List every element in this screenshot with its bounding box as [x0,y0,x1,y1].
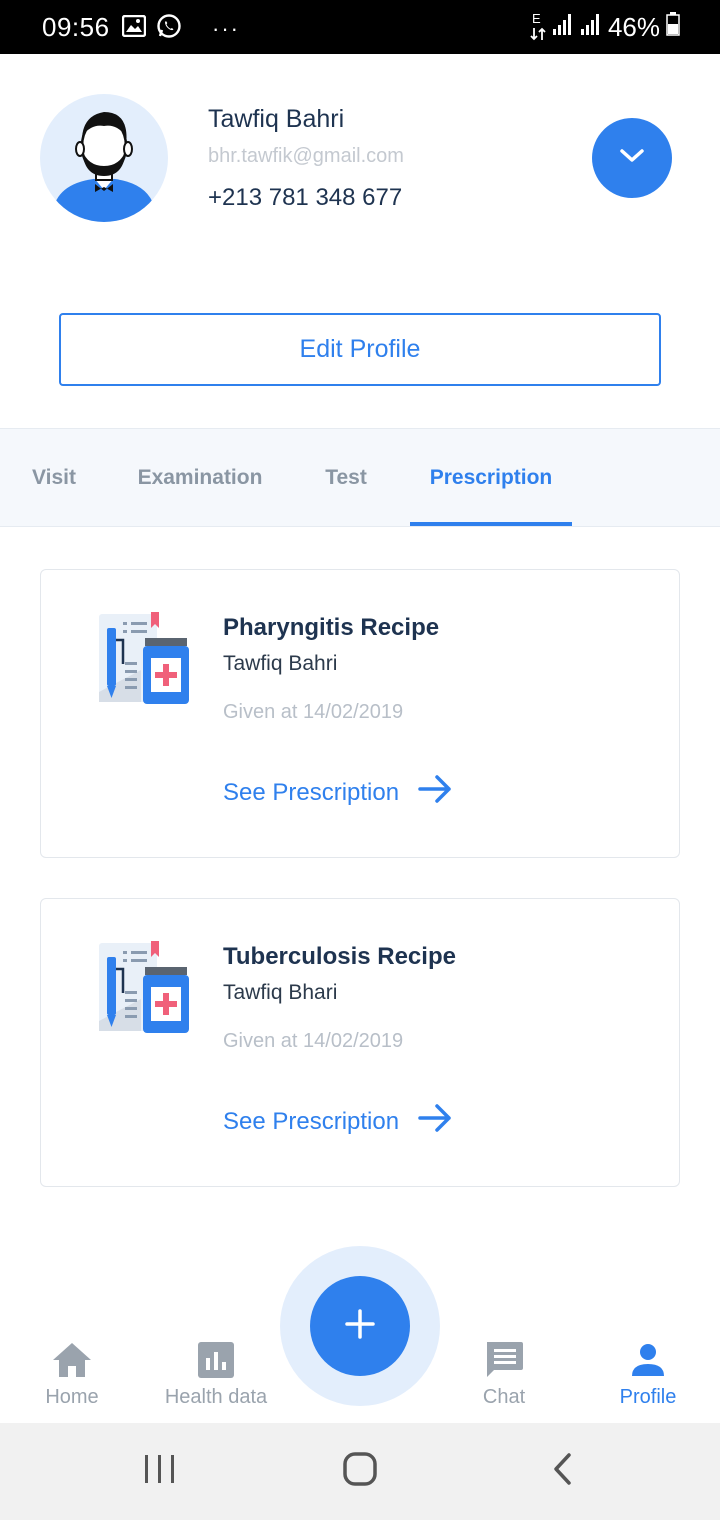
home-button[interactable] [300,1423,420,1520]
status-time: 09:56 [42,12,110,42]
home-icon [50,1338,94,1382]
arrow-right-icon [417,774,453,811]
prescription-card: Tuberculosis Recipe Tawfiq Bhari Given a… [40,898,680,1187]
chevron-down-icon [618,147,646,170]
network-type-label: E [531,10,541,26]
plus-icon [344,1308,376,1345]
back-button[interactable] [502,1423,622,1520]
status-bar: 09:56 ··· E 46% [0,0,720,54]
record-tabs: Visit Examination Test Prescription [0,428,720,527]
user-phone: +213 781 348 677 [208,184,403,211]
prescription-title: Tuberculosis Recipe [223,943,456,970]
tab-visit[interactable]: Visit [0,429,108,527]
home-circle-icon [343,1452,377,1491]
expand-profile-button[interactable] [592,118,672,198]
avatar [40,94,168,222]
tab-test[interactable]: Test [296,429,396,527]
signal-1-icon [552,12,574,43]
nav-chat-label: Chat [482,1386,526,1408]
person-icon [626,1338,670,1382]
recent-apps-icon [143,1454,177,1489]
prescription-title: Pharyngitis Recipe [223,614,440,641]
nav-profile[interactable]: Profile [578,1338,718,1418]
see-prescription-label: See Prescription [223,1107,400,1135]
tab-examination[interactable]: Examination [124,429,276,527]
battery-percent: 46% [607,12,660,42]
arrow-right-icon [417,1103,453,1140]
prescription-card: Pharyngitis Recipe Tawfiq Bahri Given at… [40,569,680,858]
more-notifications-icon: ··· [212,15,240,41]
prescription-icon [97,612,191,708]
nav-chat[interactable]: Chat [434,1338,574,1418]
user-name: Tawfiq Bahri [208,105,345,133]
prescription-patient: Tawfiq Bhari [223,981,338,1004]
add-button[interactable] [310,1276,410,1376]
bar-chart-icon [194,1338,238,1382]
prescription-patient: Tawfiq Bahri [223,652,338,675]
see-prescription-link[interactable]: See Prescription [223,774,453,811]
notification-icons: ··· [121,13,240,44]
recent-apps-button[interactable] [100,1423,220,1520]
active-tab-indicator [410,522,572,526]
see-prescription-link[interactable]: See Prescription [223,1103,453,1140]
system-status: E 46% [530,10,680,43]
edit-profile-button[interactable]: Edit Profile [59,313,661,386]
battery-icon [666,12,680,43]
prescription-icon [97,941,191,1037]
prescription-date: Given at 14/02/2019 [223,701,404,723]
whatsapp-notification-icon [156,13,182,44]
network-type-icon: E [530,10,546,43]
prescription-date: Given at 14/02/2019 [223,1030,404,1052]
nav-health-data[interactable]: Health data [146,1338,286,1418]
nav-health-data-label: Health data [164,1386,268,1408]
back-chevron-icon [551,1452,573,1491]
tab-prescription[interactable]: Prescription [410,429,572,527]
nav-home[interactable]: Home [2,1338,142,1418]
chat-icon [482,1338,526,1382]
user-email: bhr.tawfik@gmail.com [208,145,404,167]
signal-2-icon [580,12,602,43]
see-prescription-label: See Prescription [223,778,400,806]
nav-home-label: Home [45,1386,99,1408]
system-navigation-bar [0,1423,720,1520]
nav-profile-label: Profile [619,1386,677,1408]
image-notification-icon [121,14,147,42]
